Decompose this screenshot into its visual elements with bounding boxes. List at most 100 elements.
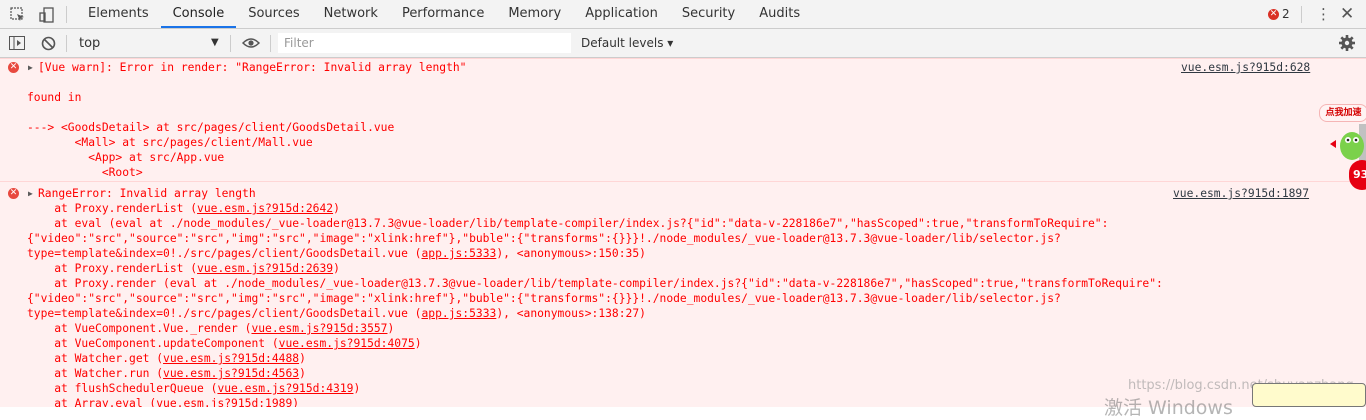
stack-text: at Array.eval (: [27, 397, 157, 407]
console-output: ✕ ▶ [Vue warn]: Error in render: "RangeE…: [0, 58, 1366, 407]
tab-memory[interactable]: Memory: [496, 0, 573, 28]
tab-application[interactable]: Application: [573, 0, 670, 28]
tab-performance[interactable]: Performance: [390, 0, 496, 28]
tab-security[interactable]: Security: [670, 0, 747, 28]
stack-line: {"video":"src","source":"src","img":"src…: [27, 231, 1061, 246]
stack-line: at Proxy.render (eval at ./node_modules/…: [27, 276, 1163, 291]
stack-source-link[interactable]: vue.esm.js?915d:4319: [217, 382, 353, 395]
stack-text: at Proxy.renderList (: [27, 262, 198, 275]
stack-text: ), <anonymous>:138:27): [496, 307, 646, 320]
stack-text: type=template&index=0!./src/pages/client…: [27, 247, 422, 260]
expand-triangle-icon[interactable]: ▶: [28, 189, 33, 198]
stack-text: {"video":"src","source":"src","img":"src…: [27, 292, 1061, 305]
filter-input[interactable]: Filter: [278, 33, 571, 53]
panel-tabs: Elements Console Sources Network Performance…: [76, 0, 812, 28]
stack-source-link[interactable]: vue.esm.js?915d:3557: [251, 322, 387, 335]
log-levels-dropdown[interactable]: Default levels ▾: [581, 36, 673, 50]
stack-line: at eval (eval at ./node_modules/_vue-loa…: [27, 216, 1108, 231]
frog-mascot-icon[interactable]: [1326, 124, 1366, 164]
clear-console-icon[interactable]: [41, 36, 56, 51]
stack-text: at Proxy.renderList (: [27, 202, 198, 215]
stack-text: at Watcher.get (: [27, 352, 164, 365]
toolbar-divider: [66, 6, 67, 23]
toolbar-divider: [230, 35, 231, 52]
stack-source-link[interactable]: app.js:5333: [421, 247, 496, 260]
tab-elements[interactable]: Elements: [76, 0, 161, 28]
notification-badge[interactable]: 93: [1349, 160, 1366, 190]
error-icon: ✕: [8, 188, 19, 199]
toolbar-divider: [66, 35, 67, 52]
stack-line: at Array.eval (vue.esm.js?915d:1989): [27, 396, 299, 407]
error-counter[interactable]: ✕ 2: [1268, 6, 1290, 22]
stack-line: at Watcher.get (vue.esm.js?915d:4488): [27, 351, 306, 366]
stack-source-link[interactable]: vue.esm.js?915d:4075: [279, 337, 415, 350]
stack-text: ): [333, 262, 340, 275]
console-toolbar: top ▼ Filter Default levels ▾: [0, 29, 1366, 58]
message-text: <Mall> at src/pages/client/Mall.vue: [27, 136, 313, 149]
eye-icon[interactable]: [242, 37, 260, 49]
stack-text: at eval (eval at ./node_modules/_vue-loa…: [27, 217, 1109, 230]
stack-text: type=template&index=0!./src/pages/client…: [27, 307, 422, 320]
stack-text: RangeError: Invalid array length: [38, 187, 256, 200]
stack-text: ): [299, 367, 306, 380]
stack-source-link[interactable]: app.js:5333: [421, 307, 496, 320]
message-text: <App> at src/App.vue: [27, 151, 225, 164]
kebab-icon[interactable]: ⋮: [1316, 6, 1331, 22]
stack-line: {"video":"src","source":"src","img":"src…: [27, 291, 1061, 306]
stack-line: at Proxy.renderList (vue.esm.js?915d:263…: [27, 261, 340, 276]
stack-line: type=template&index=0!./src/pages/client…: [27, 246, 646, 261]
error-count: 2: [1282, 7, 1290, 21]
chevron-down-icon[interactable]: ▼: [211, 37, 219, 48]
stack-text: ): [414, 337, 422, 350]
expand-triangle-icon[interactable]: ▶: [28, 63, 33, 72]
tab-network[interactable]: Network: [312, 0, 390, 28]
stack-source-link[interactable]: vue.esm.js?915d:2642: [197, 202, 333, 215]
devtools-tab-bar: Elements Console Sources Network Performance…: [0, 0, 1366, 29]
message-text: ---> <GoodsDetail> at src/pages/client/G…: [27, 121, 395, 134]
message-text: [Vue warn]: Error in render: "RangeError…: [38, 61, 467, 74]
stack-source-link[interactable]: vue.esm.js?915d:1989: [156, 397, 292, 407]
stack-text: ): [387, 322, 395, 335]
settings-gear-icon[interactable]: [1338, 34, 1356, 52]
stack-text: at Proxy.render (eval at ./node_modules/…: [27, 277, 1163, 290]
stack-line: at Proxy.renderList (vue.esm.js?915d:264…: [27, 201, 340, 216]
stack-text: ): [353, 382, 361, 395]
toolbar-divider: [1301, 6, 1302, 23]
tab-console[interactable]: Console: [160, 0, 237, 28]
stack-text: at VueComponent.Vue._render (: [27, 322, 252, 335]
error-icon: ✕: [8, 62, 19, 73]
close-icon[interactable]: ✕: [1340, 4, 1354, 24]
message-text: <Root>: [27, 166, 143, 179]
source-link[interactable]: vue.esm.js?915d:628: [1181, 60, 1310, 75]
stack-text: at VueComponent.updateComponent (: [27, 337, 279, 350]
toolbar-divider: [270, 35, 271, 52]
console-error-message: ✕ ▶ RangeError: Invalid array length at …: [0, 181, 1366, 407]
error-icon: ✕: [1268, 8, 1279, 20]
stack-line: at VueComponent.Vue._render (vue.esm.js?…: [27, 321, 394, 336]
stack-source-link[interactable]: vue.esm.js?915d:4563: [163, 367, 299, 380]
stack-text: ): [299, 352, 306, 365]
tab-sources[interactable]: Sources: [236, 0, 311, 28]
stack-line: RangeError: Invalid array length: [38, 186, 256, 201]
inspect-icon[interactable]: [9, 6, 27, 24]
stack-text: at Watcher.run (: [27, 367, 164, 380]
speedup-badge[interactable]: 点我加速: [1319, 104, 1366, 122]
source-link[interactable]: vue.esm.js?915d:1897: [1173, 186, 1309, 201]
stack-line: type=template&index=0!./src/pages/client…: [27, 306, 646, 321]
stack-line: at Watcher.run (vue.esm.js?915d:4563): [27, 366, 306, 381]
message-text: found in: [27, 91, 82, 104]
stack-text: ): [333, 202, 340, 215]
stack-source-link[interactable]: vue.esm.js?915d:4488: [163, 352, 299, 365]
stack-text: ): [292, 397, 300, 407]
tooltip-box: [1252, 383, 1366, 407]
sidebar-toggle-icon[interactable]: [9, 36, 25, 51]
stack-text: {"video":"src","source":"src","img":"src…: [27, 232, 1061, 245]
tab-audits[interactable]: Audits: [747, 0, 812, 28]
stack-line: at flushSchedulerQueue (vue.esm.js?915d:…: [27, 381, 360, 396]
console-error-message: ✕ ▶ [Vue warn]: Error in render: "RangeE…: [0, 58, 1366, 181]
context-selector[interactable]: top: [79, 36, 100, 51]
stack-source-link[interactable]: vue.esm.js?915d:2639: [197, 262, 333, 275]
device-icon[interactable]: [38, 6, 56, 24]
stack-line: at VueComponent.updateComponent (vue.esm…: [27, 336, 422, 351]
stack-text: ), <anonymous>:150:35): [496, 247, 646, 260]
